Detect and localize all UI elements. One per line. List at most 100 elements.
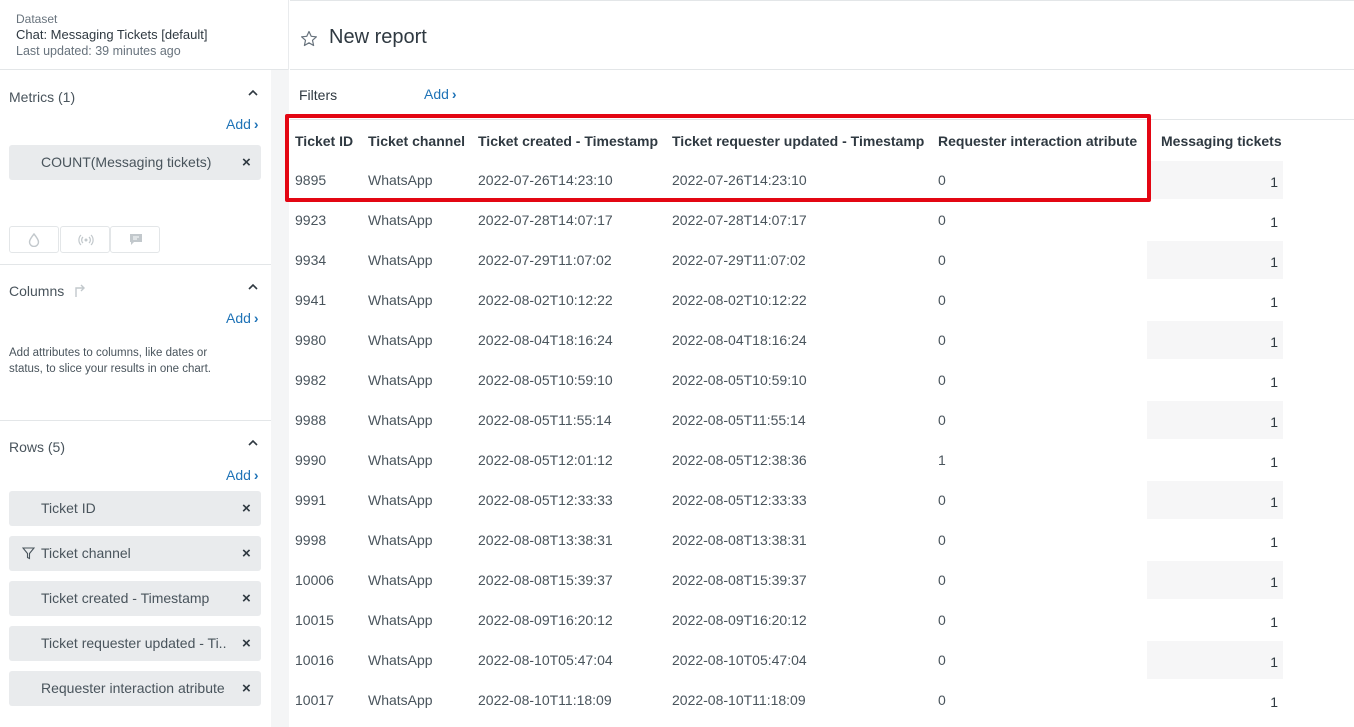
- cell-requester-interaction: 0: [938, 492, 946, 508]
- filters-add-label: Add: [424, 86, 449, 102]
- cell-messaging-tickets: 1: [1270, 414, 1278, 430]
- report-title[interactable]: New report: [329, 26, 427, 49]
- row-pill-requester-interaction[interactable]: Requester interaction atribute ×: [9, 671, 261, 706]
- cell-requester-updated: 2022-08-05T12:33:33: [672, 492, 807, 508]
- cell-ticket-created: 2022-08-05T12:33:33: [478, 492, 613, 508]
- columns-title: Columns: [9, 283, 88, 299]
- cell-requester-updated: 2022-08-10T11:18:09: [672, 692, 806, 708]
- close-icon[interactable]: ×: [242, 501, 251, 516]
- cell-messaging-tickets: 1: [1270, 374, 1278, 390]
- cell-ticket-created: 2022-08-02T10:12:22: [478, 292, 613, 308]
- cell-ticket-id: 9923: [295, 212, 327, 228]
- cell-ticket-channel: WhatsApp: [368, 252, 433, 268]
- close-icon[interactable]: ×: [242, 155, 251, 170]
- cell-ticket-id: 10015: [295, 612, 334, 628]
- filters-bar: Filters Add ›: [290, 70, 1354, 120]
- highlight-box: [285, 114, 1151, 202]
- filters-add-link[interactable]: Add ›: [424, 86, 457, 102]
- columns-add-label: Add: [226, 310, 251, 326]
- cell-ticket-created: 2022-07-28T14:07:17: [478, 212, 613, 228]
- cell-requester-interaction: 0: [938, 572, 946, 588]
- cell-ticket-channel: WhatsApp: [368, 372, 433, 388]
- columns-section: Columns Add ›: [0, 265, 271, 421]
- cell-messaging-tickets: 1: [1270, 334, 1278, 350]
- cell-ticket-id: 9990: [295, 452, 327, 468]
- rows-add-link[interactable]: Add ›: [226, 467, 259, 483]
- chevron-up-icon[interactable]: [246, 436, 260, 450]
- cell-requester-interaction: 0: [938, 212, 946, 228]
- row-pill-ticket-channel[interactable]: Ticket channel ×: [9, 536, 261, 571]
- filter-icon[interactable]: [22, 547, 35, 560]
- cell-ticket-id: 9980: [295, 332, 327, 348]
- cell-requester-interaction: 1: [938, 452, 946, 468]
- cell-ticket-channel: WhatsApp: [368, 492, 433, 508]
- row-pill-requester-updated[interactable]: Ticket requester updated - Ti... ×: [9, 626, 261, 661]
- close-icon[interactable]: ×: [242, 681, 251, 696]
- cell-messaging-tickets: 1: [1270, 654, 1278, 670]
- dataset-label: Dataset: [16, 12, 58, 26]
- cell-ticket-created: 2022-08-05T11:55:14: [478, 412, 612, 428]
- cell-ticket-channel: WhatsApp: [368, 332, 433, 348]
- cell-ticket-created: 2022-08-05T12:01:12: [478, 452, 613, 468]
- cell-ticket-created: 2022-08-04T18:16:24: [478, 332, 613, 348]
- chevron-right-icon: ›: [253, 467, 259, 483]
- cell-requester-updated: 2022-08-04T18:16:24: [672, 332, 807, 348]
- row-pill-label: Ticket channel: [41, 545, 131, 561]
- cell-requester-interaction: 0: [938, 612, 946, 628]
- row-pill-label: Ticket ID: [41, 500, 96, 516]
- cell-ticket-created: 2022-08-10T05:47:04: [478, 652, 613, 668]
- cell-messaging-tickets: 1: [1270, 454, 1278, 470]
- cell-ticket-id: 10016: [295, 652, 334, 668]
- cell-ticket-channel: WhatsApp: [368, 532, 433, 548]
- columns-title-label: Columns: [9, 283, 65, 299]
- chevron-up-icon[interactable]: [246, 86, 260, 100]
- cell-requester-updated: 2022-08-10T05:47:04: [672, 652, 807, 668]
- cell-requester-interaction: 0: [938, 252, 946, 268]
- close-icon[interactable]: ×: [242, 546, 251, 561]
- cell-ticket-id: 9988: [295, 412, 327, 428]
- cell-requester-interaction: 0: [938, 372, 946, 388]
- color-visualization-button[interactable]: [9, 226, 59, 253]
- row-pill-ticket-created[interactable]: Ticket created - Timestamp ×: [9, 581, 261, 616]
- close-icon[interactable]: ×: [242, 591, 251, 606]
- cell-messaging-tickets: 1: [1270, 574, 1278, 590]
- cell-ticket-created: 2022-08-08T13:38:31: [478, 532, 613, 548]
- metrics-add-link[interactable]: Add ›: [226, 116, 259, 132]
- filters-label: Filters: [299, 87, 338, 103]
- comment-icon: [130, 234, 142, 245]
- cell-requester-updated: 2022-08-05T11:55:14: [672, 412, 806, 428]
- close-icon[interactable]: ×: [242, 636, 251, 651]
- cell-ticket-channel: WhatsApp: [368, 212, 433, 228]
- swap-icon[interactable]: [72, 284, 88, 298]
- cell-requester-updated: 2022-08-09T16:20:12: [672, 612, 807, 628]
- row-pill-label: Requester interaction atribute: [41, 680, 225, 696]
- row-pill-ticket-id[interactable]: Ticket ID ×: [9, 491, 261, 526]
- columns-add-link[interactable]: Add ›: [226, 310, 259, 326]
- cell-ticket-created: 2022-08-08T15:39:37: [478, 572, 613, 588]
- broadcast-visualization-button[interactable]: [60, 226, 110, 253]
- droplet-icon: [28, 233, 40, 247]
- cell-messaging-tickets: 1: [1270, 214, 1278, 230]
- metric-pill[interactable]: COUNT(Messaging tickets) ×: [9, 145, 261, 180]
- dataset-last-updated: Last updated: 39 minutes ago: [16, 44, 181, 58]
- broadcast-icon: [78, 234, 94, 246]
- columns-hint: Add attributes to columns, like dates or…: [9, 347, 211, 375]
- cell-requester-updated: 2022-08-08T13:38:31: [672, 532, 807, 548]
- cell-ticket-channel: WhatsApp: [368, 692, 433, 708]
- rows-title: Rows (5): [9, 439, 66, 455]
- dataset-name[interactable]: Chat: Messaging Tickets [default]: [16, 27, 272, 43]
- row-pill-label: Ticket requester updated - Ti...: [41, 635, 227, 651]
- cell-requester-updated: 2022-08-02T10:12:22: [672, 292, 807, 308]
- column-header-messaging-tickets[interactable]: Messaging tickets: [1161, 133, 1282, 149]
- cell-ticket-channel: WhatsApp: [368, 612, 433, 628]
- cell-messaging-tickets: 1: [1270, 534, 1278, 550]
- cell-ticket-channel: WhatsApp: [368, 452, 433, 468]
- dataset-info[interactable]: Dataset Chat: Messaging Tickets [default…: [0, 0, 288, 70]
- cell-requester-updated: 2022-08-05T10:59:10: [672, 372, 807, 388]
- star-icon[interactable]: [300, 30, 318, 48]
- cell-requester-updated: 2022-07-29T11:07:02: [672, 252, 806, 268]
- chevron-up-icon[interactable]: [246, 280, 260, 294]
- comment-visualization-button[interactable]: [110, 226, 160, 253]
- cell-ticket-channel: WhatsApp: [368, 292, 433, 308]
- cell-requester-interaction: 0: [938, 292, 946, 308]
